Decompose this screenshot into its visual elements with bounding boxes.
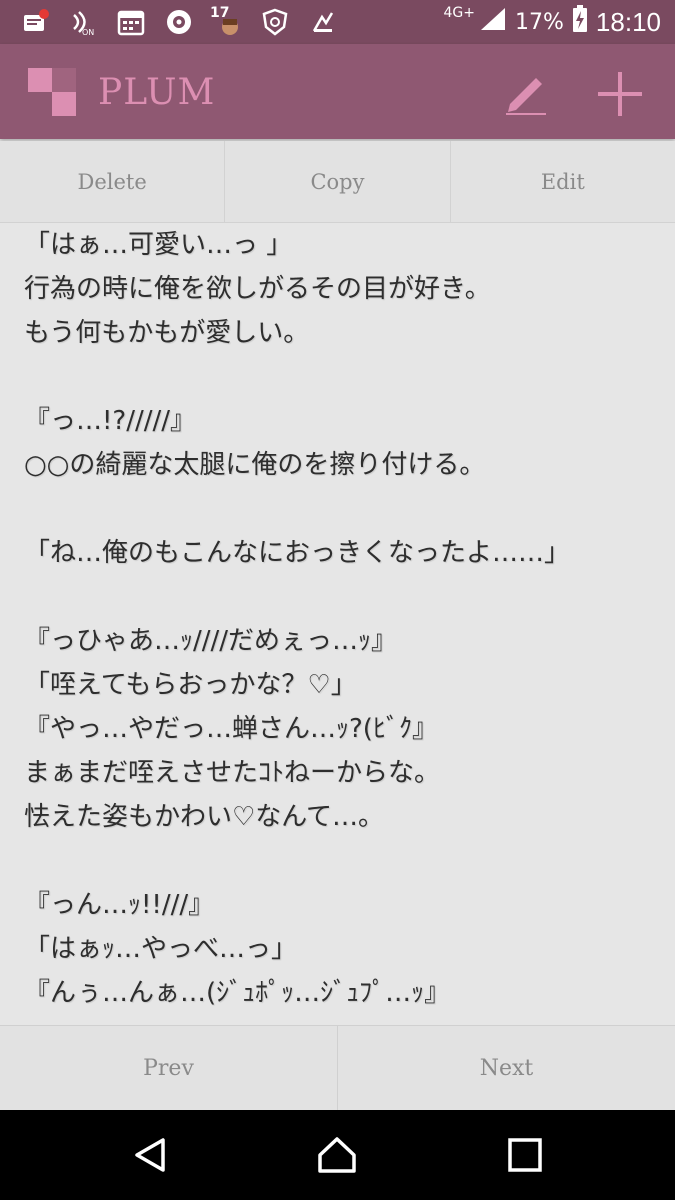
text-line: 『んぅ…んぁ…(ｼﾞｭﾎﾟｯ…ｼﾞｭﾌﾟ…ｯ』 <box>24 978 451 1008</box>
text-line: 「ね…俺のもこんなにおっきくなったよ……」 <box>24 538 571 568</box>
back-icon[interactable] <box>131 1135 171 1175</box>
signal-icon <box>479 6 507 38</box>
calendar-icon <box>114 5 148 39</box>
notification-count: 17 <box>210 5 230 21</box>
battery-charging-icon <box>572 5 588 39</box>
prev-button[interactable]: Prev <box>0 1026 338 1111</box>
page-nav: Prev Next <box>0 1025 675 1111</box>
plus-icon[interactable] <box>594 68 646 120</box>
app-title: PLUM <box>98 72 216 113</box>
plum-logo-icon <box>28 68 76 116</box>
share-app-icon <box>306 5 340 39</box>
copy-button[interactable]: Copy <box>225 141 451 223</box>
text-line: 『っ…!?/////』 <box>24 406 197 436</box>
clock: 18:10 <box>595 6 661 37</box>
note-app-icon <box>18 5 52 39</box>
text-line: 『っひゃあ…ｯ////だめぇっ…ｯ』 <box>24 626 398 656</box>
text-line: まぁまだ咥えさせたｺﾄねーからな。 <box>24 758 441 788</box>
record-app-icon <box>162 5 196 39</box>
text-line: 『やっ…やだっ…蝉さん…ｯ?(ﾋﾞｸ』 <box>24 714 438 744</box>
text-line: 「咥えてもらおっかな？♡」 <box>24 670 357 700</box>
delete-button[interactable]: Delete <box>0 141 226 223</box>
status-bar: ON 17 4G+ 17% 18:10 <box>0 0 675 44</box>
network-type: 4G+ <box>443 5 476 21</box>
text-line: 怯えた姿もかわい♡なんて…。 <box>24 802 385 832</box>
system-nav-bar <box>0 1110 675 1200</box>
svg-text:ON: ON <box>82 28 94 37</box>
home-icon[interactable] <box>317 1135 357 1175</box>
text-line: ○○の綺麗な太腿に俺のを擦り付ける。 <box>24 450 486 480</box>
recents-icon[interactable] <box>505 1135 545 1175</box>
text-line: 「はぁ…可愛い…っ 」 <box>24 230 293 260</box>
avatar-badge-icon: 17 <box>210 5 244 39</box>
battery-percent: 17% <box>515 9 564 35</box>
text-line: 「はぁｯ…やっべ…っ」 <box>24 934 298 964</box>
text-line: 行為の時に俺を欲しがるその目が好き。 <box>24 274 491 304</box>
nfc-on-icon: ON <box>66 5 100 39</box>
note-content[interactable]: 「はぁ…可愛い…っ 」 行為の時に俺を欲しがるその目が好き。 もう何もかもが愛し… <box>0 223 675 1025</box>
action-bar: Delete Copy Edit <box>0 141 675 223</box>
system-status: 4G+ 17% 18:10 <box>444 0 661 44</box>
shield-app-icon <box>258 5 292 39</box>
edit-button[interactable]: Edit <box>450 141 675 223</box>
notification-icons: ON 17 <box>18 0 340 44</box>
app-bar: PLUM <box>0 44 675 139</box>
text-line: もう何もかもが愛しい。 <box>24 318 310 348</box>
next-button[interactable]: Next <box>338 1026 675 1111</box>
text-line: 『っん…ｯ!!///』 <box>24 890 215 920</box>
pencil-icon[interactable] <box>502 68 550 116</box>
